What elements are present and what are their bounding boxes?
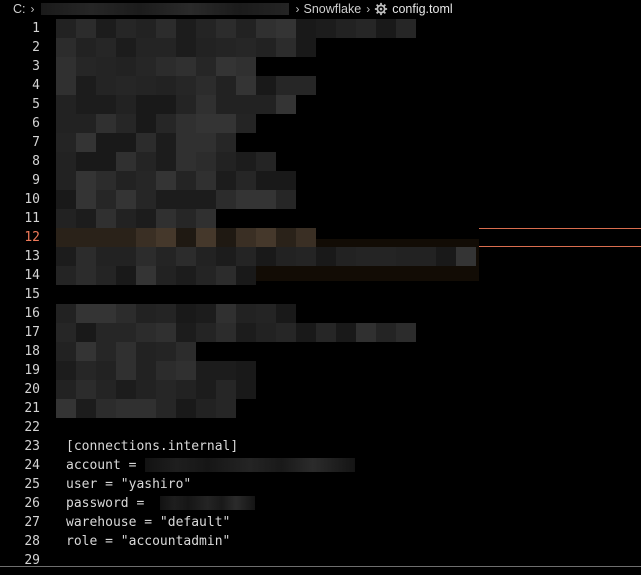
editor-line[interactable]: 27 warehouse = "default"	[0, 513, 641, 532]
line-number: 16	[24, 306, 40, 321]
editor-line[interactable]: 20	[0, 380, 641, 399]
line-number: 18	[24, 344, 40, 359]
editor-line[interactable]: 24 account =	[0, 456, 641, 475]
code-line-text: account =	[66, 458, 145, 473]
line-number: 26	[24, 496, 40, 511]
gear-icon	[375, 2, 388, 16]
line-number: 1	[32, 21, 40, 36]
line-number: 25	[24, 477, 40, 492]
code-line-text: warehouse = "default"	[66, 515, 231, 530]
editor-line[interactable]: 21	[0, 399, 641, 418]
editor-line[interactable]: 18	[0, 342, 641, 361]
line-number: 7	[32, 135, 40, 150]
breadcrumb-redacted-path	[40, 3, 289, 15]
editor-line[interactable]: 23 [connections.internal]	[0, 437, 641, 456]
editor-line[interactable]: 7	[0, 133, 641, 152]
line-number: 23	[24, 439, 40, 454]
line-number: 11	[24, 211, 40, 226]
editor-line[interactable]: 13	[0, 247, 641, 266]
editor-line[interactable]: 14	[0, 266, 641, 285]
line-number: 24	[24, 458, 40, 473]
line-number: 27	[24, 515, 40, 530]
editor-line[interactable]: 2	[0, 38, 641, 57]
redacted-value	[160, 496, 255, 510]
code-line-text: password =	[66, 496, 153, 511]
editor-line[interactable]: 28 role = "accountadmin"	[0, 532, 641, 551]
editor-line[interactable]: 12	[0, 228, 641, 247]
line-number: 22	[24, 420, 40, 435]
editor-line[interactable]: 1	[0, 19, 641, 38]
line-number: 29	[24, 553, 40, 568]
editor-line[interactable]: 26 password =	[0, 494, 641, 513]
breadcrumb: C: › › Snowflake › config.toml	[0, 0, 641, 18]
code-line-text: [connections.internal]	[66, 439, 239, 454]
editor-line[interactable]: 16	[0, 304, 641, 323]
editor-line[interactable]: 10	[0, 190, 641, 209]
code-editor[interactable]: 1 2 3 4 5 6 7 8 9 10 11 12 13 14 15 16 17 18 19 20 21 22 23 [co…	[0, 18, 641, 575]
line-number: 8	[32, 154, 40, 169]
line-number: 12	[24, 230, 40, 245]
editor-line[interactable]: 3	[0, 57, 641, 76]
line-number: 6	[32, 116, 40, 131]
line-number: 10	[24, 192, 40, 207]
line-number: 5	[32, 97, 40, 112]
editor-line[interactable]: 9	[0, 171, 641, 190]
line-number: 19	[24, 363, 40, 378]
line-number: 4	[32, 78, 40, 93]
editor-line[interactable]: 5	[0, 95, 641, 114]
editor-line[interactable]: 29	[0, 551, 641, 570]
line-number: 15	[24, 287, 40, 302]
line-number: 28	[24, 534, 40, 549]
code-line-text: role = "accountadmin"	[66, 534, 231, 549]
editor-line[interactable]: 22	[0, 418, 641, 437]
breadcrumb-folder[interactable]: Snowflake	[304, 2, 362, 16]
line-number: 20	[24, 382, 40, 397]
editor-line[interactable]: 6	[0, 114, 641, 133]
editor-line[interactable]: 8	[0, 152, 641, 171]
chevron-right-icon: ›	[366, 2, 371, 16]
code-line-text: user = "yashiro"	[66, 477, 192, 492]
chevron-right-icon: ›	[30, 2, 35, 16]
line-number: 14	[24, 268, 40, 283]
line-number: 17	[24, 325, 40, 340]
redacted-value	[145, 458, 355, 472]
editor-bottom-border	[0, 566, 641, 567]
editor-line[interactable]: 4	[0, 76, 641, 95]
chevron-right-icon: ›	[295, 2, 300, 16]
editor-line[interactable]: 11	[0, 209, 641, 228]
breadcrumb-drive[interactable]: C:	[13, 2, 26, 16]
editor-line[interactable]: 15	[0, 285, 641, 304]
breadcrumb-file[interactable]: config.toml	[392, 2, 452, 16]
editor-line[interactable]: 25 user = "yashiro"	[0, 475, 641, 494]
editor-line[interactable]: 19	[0, 361, 641, 380]
line-number: 2	[32, 40, 40, 55]
line-number: 21	[24, 401, 40, 416]
editor-line[interactable]: 17	[0, 323, 641, 342]
line-number: 3	[32, 59, 40, 74]
line-number: 9	[32, 173, 40, 188]
line-number: 13	[24, 249, 40, 264]
